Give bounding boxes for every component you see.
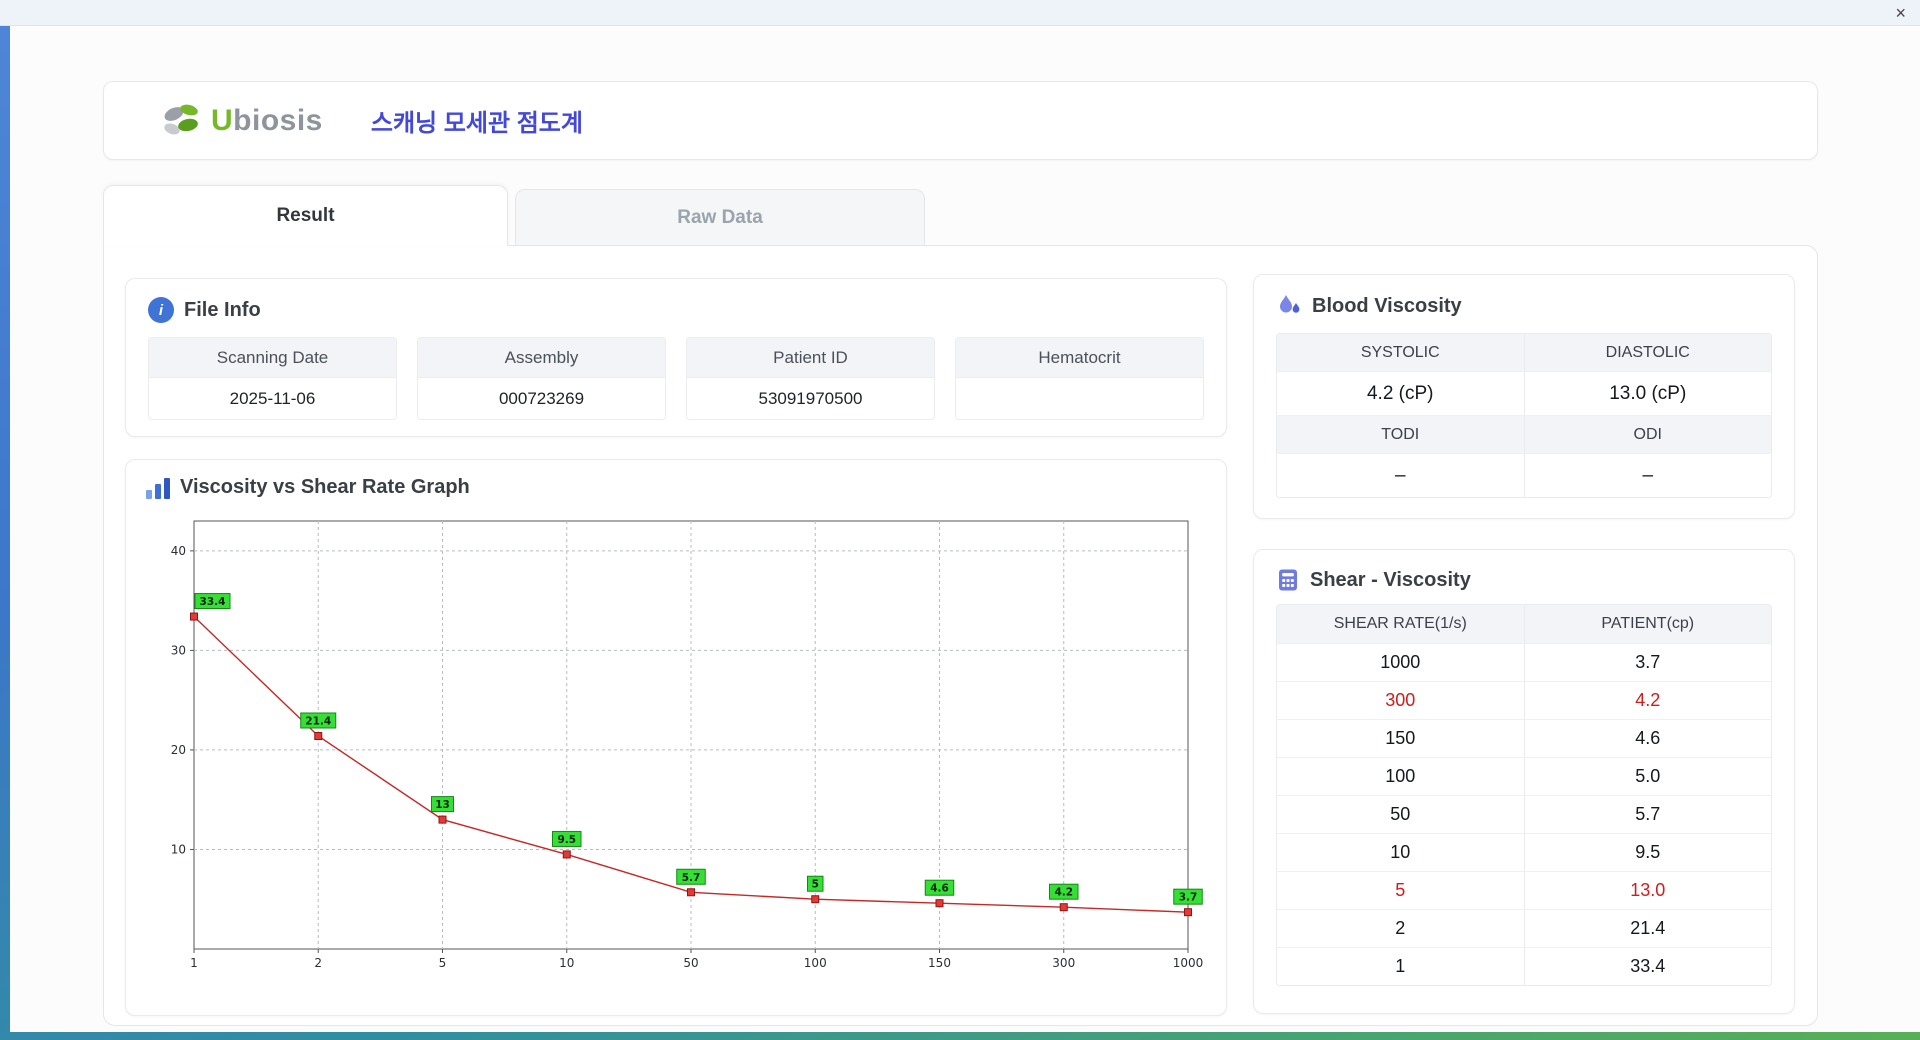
svg-text:10: 10	[171, 842, 186, 856]
diastolic-label: DIASTOLIC	[1523, 334, 1771, 371]
brand-logo: Ubiosis	[159, 101, 323, 141]
svg-text:150: 150	[928, 956, 951, 970]
todi-label: TODI	[1277, 416, 1524, 453]
info-icon: i	[148, 297, 174, 323]
patient-cell: 33.4	[1523, 948, 1771, 985]
field-label: Hematocrit	[956, 338, 1203, 378]
svg-text:21.4: 21.4	[305, 715, 331, 727]
svg-text:300: 300	[1052, 956, 1075, 970]
table-row: 100 5.0	[1277, 757, 1771, 795]
close-icon[interactable]: ×	[1895, 4, 1906, 22]
svg-text:10: 10	[559, 956, 574, 970]
tab-raw-data[interactable]: Raw Data	[515, 189, 925, 245]
column-header-patient: PATIENT(cp)	[1523, 605, 1771, 643]
shear-rate-cell: 10	[1277, 834, 1524, 871]
svg-text:5: 5	[812, 879, 819, 891]
page-title: 스캐닝 모세관 점도계	[370, 110, 583, 137]
table-row: 1 33.4	[1277, 947, 1771, 985]
svg-text:9.5: 9.5	[557, 834, 576, 846]
blood-viscosity-table: SYSTOLIC DIASTOLIC 4.2 (cP) 13.0 (cP) TO…	[1276, 333, 1772, 498]
svg-text:50: 50	[683, 956, 698, 970]
svg-text:100: 100	[804, 956, 827, 970]
graph-card: Viscosity vs Shear Rate Graph 10 20 30 40 1 2…	[125, 459, 1227, 1016]
patient-cell: 3.7	[1523, 644, 1771, 681]
shear-viscosity-table: SHEAR RATE(1/s) PATIENT(cp) 1000 3.7 300…	[1276, 604, 1772, 986]
file-info-title: File Info	[184, 298, 261, 321]
svg-text:13: 13	[435, 799, 450, 811]
systolic-label: SYSTOLIC	[1277, 334, 1524, 371]
svg-text:4.2: 4.2	[1054, 887, 1073, 899]
blood-viscosity-title: Blood Viscosity	[1312, 294, 1462, 317]
water-drop-icon	[1280, 295, 1300, 313]
shear-rate-cell: 1	[1277, 948, 1524, 985]
diastolic-value: 13.0 (cP)	[1523, 372, 1771, 415]
field-label: Assembly	[418, 338, 665, 378]
shear-rate-cell: 2	[1277, 910, 1524, 947]
calculator-icon	[1279, 569, 1297, 591]
table-row: 10 9.5	[1277, 833, 1771, 871]
leaf-logo-icon	[164, 104, 198, 134]
todi-value: –	[1277, 454, 1524, 497]
graph-title: Viscosity vs Shear Rate Graph	[180, 476, 470, 498]
file-info-card: i File Info Scanning Date 2025-11-06 Ass…	[125, 278, 1227, 437]
shear-rate-cell: 50	[1277, 796, 1524, 833]
patient-cell: 5.0	[1523, 758, 1771, 795]
shear-rate-cell: 5	[1277, 872, 1524, 909]
field-patient-id: Patient ID 53091970500	[686, 337, 935, 420]
svg-text:33.4: 33.4	[200, 596, 226, 608]
blood-viscosity-card: Blood Viscosity SYSTOLIC DIASTOLIC 4.2 (…	[1253, 274, 1795, 519]
shear-rate-cell: 150	[1277, 720, 1524, 757]
table-row: 300 4.2	[1277, 681, 1771, 719]
svg-text:3.7: 3.7	[1179, 892, 1198, 904]
field-value: 2025-11-06	[149, 378, 396, 419]
table-row: 5 13.0	[1277, 871, 1771, 909]
shear-rate-cell: 100	[1277, 758, 1524, 795]
table-row: 50 5.7	[1277, 795, 1771, 833]
field-hematocrit: Hematocrit	[955, 337, 1204, 420]
field-label: Patient ID	[687, 338, 934, 378]
app-window: Ubiosis 스캐닝 모세관 점도계 Result Raw Data i Fi…	[10, 26, 1920, 1032]
field-value: 53091970500	[687, 378, 934, 419]
patient-cell: 21.4	[1523, 910, 1771, 947]
app-header: Ubiosis 스캐닝 모세관 점도계	[103, 81, 1818, 160]
shear-rate-cell: 1000	[1277, 644, 1524, 681]
viscosity-chart: 10 20 30 40 1 2 5 10 50 100 150 300 1000 33.4 21.4 13 9.…	[146, 509, 1206, 984]
shear-viscosity-card: Shear - Viscosity SHEAR RATE(1/s) PATIEN…	[1253, 549, 1795, 1014]
svg-text:5.7: 5.7	[682, 872, 701, 884]
field-assembly: Assembly 000723269	[417, 337, 666, 420]
svg-text:4.6: 4.6	[930, 883, 949, 895]
field-value: 000723269	[418, 378, 665, 419]
field-scanning-date: Scanning Date 2025-11-06	[148, 337, 397, 420]
patient-cell: 5.7	[1523, 796, 1771, 833]
brand-name: Ubiosis	[211, 103, 323, 137]
bar-chart-icon	[146, 477, 170, 499]
svg-text:5: 5	[439, 956, 447, 970]
svg-text:1000: 1000	[1173, 956, 1204, 970]
patient-cell: 9.5	[1523, 834, 1771, 871]
tab-result[interactable]: Result	[103, 185, 508, 246]
os-titlebar: ×	[0, 0, 1920, 26]
column-header-shear-rate: SHEAR RATE(1/s)	[1277, 605, 1524, 643]
patient-cell: 4.2	[1523, 682, 1771, 719]
table-row: 1000 3.7	[1277, 643, 1771, 681]
svg-text:20: 20	[171, 743, 186, 757]
tab-bar: Result Raw Data	[103, 184, 1818, 246]
field-label: Scanning Date	[149, 338, 396, 378]
result-panel: i File Info Scanning Date 2025-11-06 Ass…	[103, 245, 1818, 1026]
odi-value: –	[1523, 454, 1771, 497]
shear-rate-cell: 300	[1277, 682, 1524, 719]
patient-cell: 4.6	[1523, 720, 1771, 757]
systolic-value: 4.2 (cP)	[1277, 372, 1524, 415]
shear-viscosity-title: Shear - Viscosity	[1310, 568, 1471, 591]
table-row: 2 21.4	[1277, 909, 1771, 947]
odi-label: ODI	[1523, 416, 1771, 453]
table-row: 150 4.6	[1277, 719, 1771, 757]
field-value	[956, 378, 1203, 419]
svg-text:30: 30	[171, 643, 186, 657]
svg-text:1: 1	[190, 956, 198, 970]
patient-cell: 13.0	[1523, 872, 1771, 909]
svg-text:2: 2	[314, 956, 322, 970]
svg-text:40: 40	[171, 544, 186, 558]
